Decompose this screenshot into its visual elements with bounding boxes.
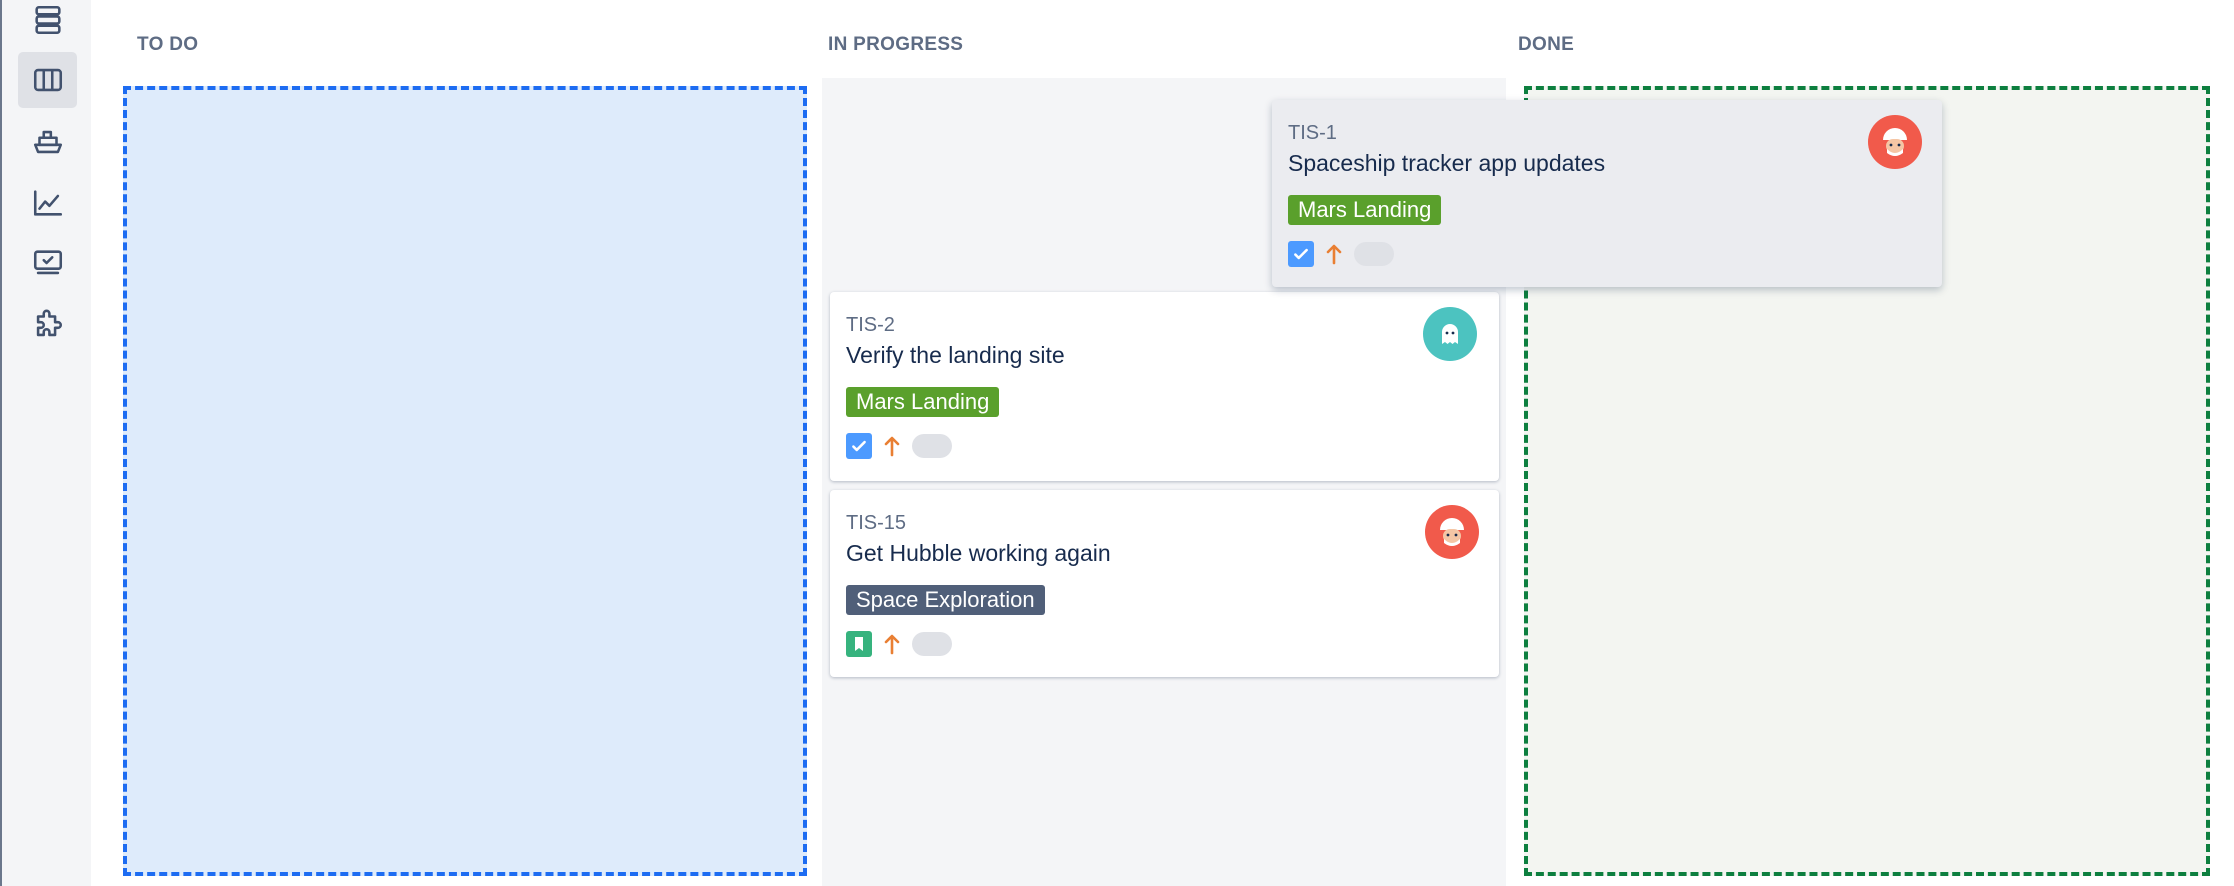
nav-releases[interactable] bbox=[18, 114, 77, 170]
epic-label: Mars Landing bbox=[846, 387, 1000, 417]
priority-high-icon bbox=[1322, 241, 1346, 267]
issue-card-tis-2[interactable]: TIS-2 Verify the landing site Mars Landi… bbox=[830, 292, 1499, 481]
task-icon bbox=[1288, 241, 1314, 267]
issue-summary: Verify the landing site bbox=[846, 342, 1065, 368]
issue-key: TIS-2 bbox=[846, 314, 895, 336]
project-sidebar bbox=[0, 0, 91, 886]
avatar-astronaut-icon[interactable] bbox=[1425, 505, 1479, 559]
epic-label: Mars Landing bbox=[1288, 195, 1442, 225]
issue-card-tis-1-dragging[interactable]: TIS-1 Spaceship tracker app updates Mars… bbox=[1272, 100, 1942, 287]
backlog-icon bbox=[34, 5, 61, 35]
nav-issues[interactable] bbox=[18, 235, 77, 291]
story-icon bbox=[846, 631, 872, 657]
column-title-done: DONE bbox=[1518, 34, 1575, 55]
releases-icon bbox=[33, 130, 62, 154]
issue-summary: Spaceship tracker app updates bbox=[1288, 150, 1606, 176]
estimate-badge bbox=[912, 434, 952, 458]
estimate-badge bbox=[1354, 242, 1394, 266]
priority-high-icon bbox=[880, 631, 904, 657]
issues-icon bbox=[33, 250, 62, 275]
estimate-badge bbox=[912, 632, 952, 656]
nav-board[interactable] bbox=[18, 52, 77, 108]
column-title-in-progress: IN PROGRESS bbox=[828, 34, 964, 55]
task-icon bbox=[846, 433, 872, 459]
column-title-todo: TO DO bbox=[137, 34, 199, 55]
nav-addons[interactable] bbox=[18, 297, 77, 353]
epic-label: Space Exploration bbox=[846, 585, 1045, 615]
avatar-ghost-icon[interactable] bbox=[1423, 307, 1477, 361]
issue-card-tis-15[interactable]: TIS-15 Get Hubble working again Space Ex… bbox=[830, 490, 1499, 677]
nav-reports[interactable] bbox=[18, 175, 77, 231]
issue-key: TIS-15 bbox=[846, 512, 907, 534]
issue-summary: Get Hubble working again bbox=[846, 540, 1111, 566]
issue-key: TIS-1 bbox=[1288, 122, 1337, 144]
priority-high-icon bbox=[880, 433, 904, 459]
nav-backlog[interactable] bbox=[18, 0, 77, 48]
drop-zone-todo[interactable] bbox=[123, 86, 807, 876]
addons-icon bbox=[36, 309, 62, 337]
reports-icon bbox=[33, 190, 62, 216]
board-icon bbox=[33, 68, 62, 92]
avatar-astronaut-icon[interactable] bbox=[1868, 115, 1922, 169]
